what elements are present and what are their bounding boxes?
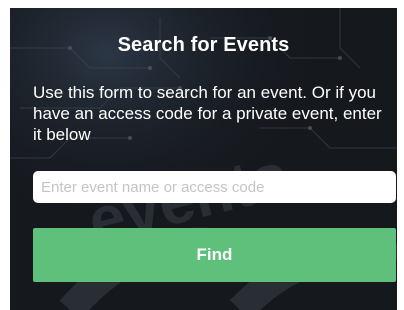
- event-search-panel: events Search for Events Use this form t…: [10, 8, 397, 310]
- page-title: Search for Events: [117, 34, 290, 56]
- search-input[interactable]: [33, 171, 396, 203]
- find-button[interactable]: Find: [33, 228, 396, 282]
- search-instructions: Use this form to search for an event. Or…: [33, 83, 382, 144]
